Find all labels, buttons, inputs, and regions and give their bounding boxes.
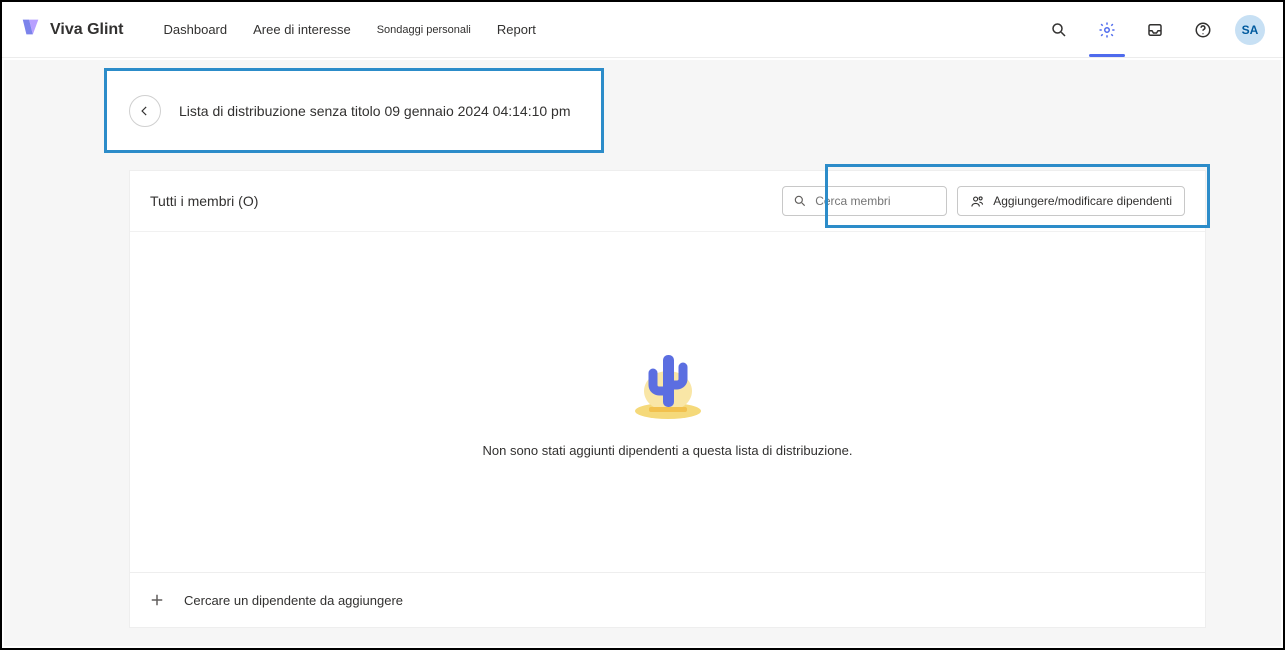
add-edit-employees-button[interactable]: Aggiungere/modificare dipendenti (957, 186, 1185, 216)
product-logo-block: Viva Glint (20, 16, 124, 43)
add-employee-footer[interactable]: Cercare un dipendente da aggiungere (130, 572, 1205, 627)
product-name: Viva Glint (50, 21, 124, 39)
nav-reports[interactable]: Report (497, 22, 536, 37)
nav-focus-areas[interactable]: Aree di interesse (253, 22, 351, 37)
user-avatar[interactable]: SA (1235, 15, 1265, 45)
plus-icon (148, 591, 166, 609)
settings-gear-icon[interactable] (1091, 14, 1123, 46)
viva-glint-logo-icon (20, 16, 42, 43)
top-right-tools: SA (1043, 14, 1265, 46)
all-members-label: Tutti i membri (O) (150, 193, 258, 209)
back-button[interactable] (129, 95, 161, 127)
search-members-box[interactable] (782, 186, 947, 216)
members-toolbar: Aggiungere/modificare dipendenti (782, 186, 1185, 216)
people-icon (970, 194, 985, 209)
members-empty-state: Non sono stati aggiunti dipendenti a que… (130, 231, 1205, 566)
members-card-header: Tutti i membri (O) Aggiungere/modificare… (130, 171, 1205, 231)
search-icon[interactable] (1043, 14, 1075, 46)
help-icon[interactable] (1187, 14, 1219, 46)
search-icon (793, 194, 807, 208)
members-card: Tutti i membri (O) Aggiungere/modificare… (129, 170, 1206, 628)
inbox-icon[interactable] (1139, 14, 1171, 46)
add-employee-footer-label: Cercare un dipendente da aggiungere (184, 593, 403, 608)
nav-dashboard[interactable]: Dashboard (164, 22, 228, 37)
page-title: Lista di distribuzione senza titolo 09 g… (179, 103, 571, 119)
nav-items: Dashboard Aree di interesse Sondaggi per… (164, 22, 536, 37)
add-edit-employees-label: Aggiungere/modificare dipendenti (993, 194, 1172, 208)
cactus-illustration-icon (623, 341, 713, 421)
search-members-input[interactable] (815, 194, 936, 208)
nav-my-surveys[interactable]: Sondaggi personali (377, 24, 471, 36)
top-navigation: Viva Glint Dashboard Aree di interesse S… (2, 2, 1283, 58)
empty-state-message: Non sono stati aggiunti dipendenti a que… (482, 443, 852, 458)
page-title-highlight: Lista di distribuzione senza titolo 09 g… (104, 68, 604, 153)
